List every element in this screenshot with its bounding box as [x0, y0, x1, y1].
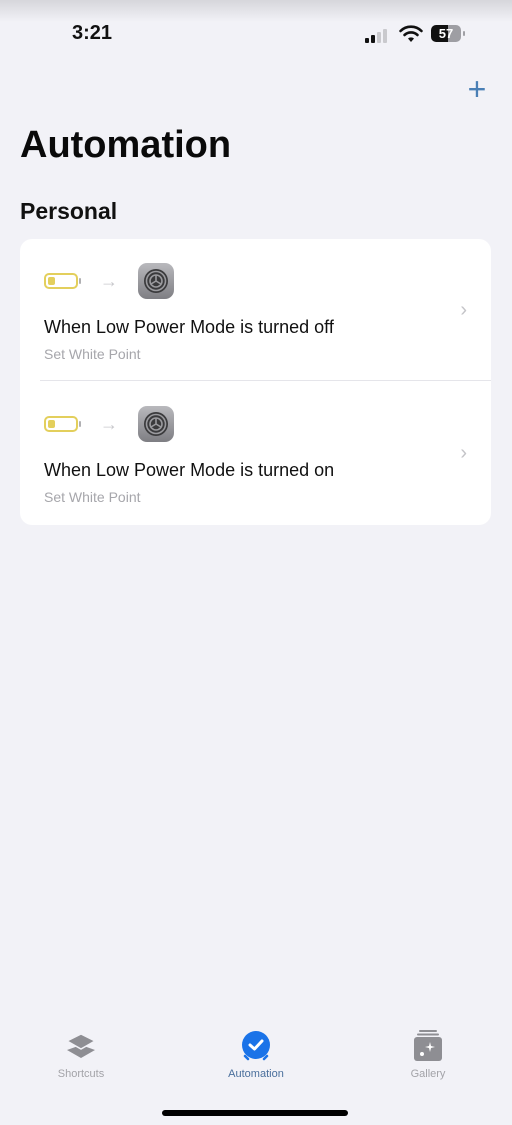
tab-gallery[interactable]: Gallery [368, 1030, 488, 1080]
row-divider [40, 380, 491, 381]
status-bar: 3:21 57 [0, 0, 512, 60]
automation-row[interactable]: → When Low Power Mode is turned off Set … [20, 239, 491, 382]
automation-subtitle: Set White Point [44, 346, 141, 362]
tab-label: Gallery [410, 1068, 446, 1080]
chevron-right-icon: › [460, 299, 467, 321]
tab-label: Automation [228, 1068, 284, 1080]
arrow-right-icon: → [100, 413, 118, 434]
low-battery-icon [44, 416, 81, 432]
arrow-right-icon: → [100, 270, 118, 291]
automation-row[interactable]: → When Low Power Mode is turned on Set W… [20, 382, 491, 525]
settings-icon [138, 406, 174, 442]
tab-shortcuts[interactable]: Shortcuts [21, 1030, 141, 1080]
automation-title: When Low Power Mode is turned on [44, 460, 335, 480]
home-indicator[interactable] [162, 1110, 348, 1116]
automation-title: When Low Power Mode is turned off [44, 317, 334, 337]
wifi-icon [399, 25, 423, 42]
automation-subtitle: Set White Point [44, 489, 141, 505]
page-title: Automation [20, 124, 232, 166]
add-automation-button[interactable]: + [464, 73, 490, 105]
clock-check-icon [196, 1030, 316, 1062]
section-title-personal: Personal [20, 198, 118, 224]
battery-icon: 57 [431, 25, 465, 42]
tab-label: Shortcuts [57, 1068, 105, 1080]
low-battery-icon [44, 273, 81, 289]
gallery-icon [368, 1030, 488, 1062]
settings-icon [138, 263, 174, 299]
chevron-right-icon: › [460, 442, 467, 464]
layers-icon [21, 1030, 141, 1062]
status-time: 3:21 [72, 22, 113, 44]
automation-list: → When Low Power Mode is turned off Set … [20, 239, 491, 525]
tab-automation[interactable]: Automation [196, 1030, 316, 1080]
cellular-signal-icon [365, 29, 387, 43]
